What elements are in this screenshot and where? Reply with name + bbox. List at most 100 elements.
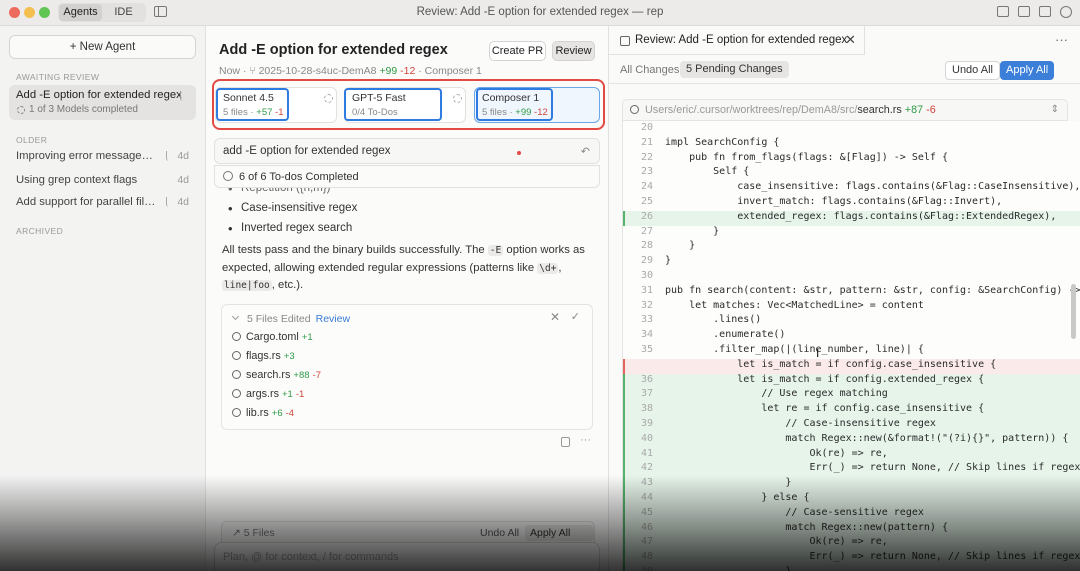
- sidebar-item-older[interactable]: Improving error messages an... 4d: [9, 146, 196, 167]
- reject-all-icon[interactable]: ✕: [550, 310, 560, 324]
- section-archived[interactable]: ARCHIVED: [16, 226, 63, 236]
- files-edited-header: 5 Files Edited Review: [247, 313, 351, 325]
- code-text: .filter_map(|(line_number, line)| {: [665, 344, 924, 355]
- code-text: }: [665, 566, 791, 571]
- code-line: 23 Self {: [623, 166, 1080, 181]
- window-toolbar: [997, 6, 1072, 18]
- review-tab-title: Review: Add -E option for extended regex: [635, 34, 848, 46]
- apply-all-button[interactable]: Apply All: [1000, 61, 1055, 80]
- settings-gear-icon[interactable]: [1060, 6, 1072, 18]
- meta-separator: · ⑂: [242, 65, 259, 77]
- code-text: pub fn search(content: &str, pattern: &s…: [665, 284, 1080, 296]
- pending-files-count[interactable]: ↗ 5 Files: [232, 527, 275, 539]
- accept-all-icon[interactable]: ✓: [571, 310, 580, 323]
- line-number: 20: [640, 122, 653, 133]
- code-line: 30: [623, 270, 1080, 285]
- chat-title: Add -E option for extended regex: [219, 42, 448, 58]
- code-text: match Regex::new(&format!("(?i){}", patt…: [665, 432, 1069, 444]
- code-line: 31 pub fn search(content: &str, pattern: …: [623, 285, 1080, 300]
- chevron-down-icon[interactable]: [231, 312, 240, 321]
- code-text: pub fn from_flags(flags: &[Flag]) -> Sel…: [665, 151, 948, 163]
- code-text: }: [665, 477, 792, 489]
- window-title: Review: Add -E option for extended regex…: [416, 6, 664, 18]
- layout-right-icon[interactable]: [1039, 6, 1051, 17]
- layout-left-icon[interactable]: [997, 6, 1009, 17]
- meta-time: Now: [219, 65, 241, 77]
- diff-line-added: 47 Ok(re) => re,: [623, 536, 1080, 552]
- close-tab-icon[interactable]: ✕: [845, 32, 856, 48]
- chat-meta: Now · ⑂ 2025-10-28-s4uc-DemA8 +99 -12 · …: [219, 65, 482, 77]
- review-tab[interactable]: Review: Add -E option for extended regex…: [609, 26, 865, 55]
- diff-line-added: 37 // Use regex matching: [623, 388, 1080, 404]
- todos-summary[interactable]: 6 of 6 To-dos Completed: [214, 165, 600, 188]
- files-edited-card: 5 Files Edited Review ✕ ✓ Cargo.toml +1 f…: [221, 304, 593, 430]
- line-number: 26: [640, 210, 653, 222]
- line-number: 34: [640, 329, 653, 341]
- copy-icon[interactable]: [561, 437, 570, 447]
- line-number: 30: [640, 270, 653, 281]
- line-number: 31: [640, 284, 653, 296]
- code-text: Ok(re) => re,: [665, 536, 888, 548]
- code-text: impl SearchConfig {: [665, 136, 780, 148]
- section-awaiting-review: AWAITING REVIEW: [16, 72, 100, 82]
- rust-file-icon: [232, 370, 241, 379]
- file-row[interactable]: lib.rs +6 -4: [232, 407, 294, 419]
- all-changes-tab[interactable]: All Changes: [620, 64, 679, 76]
- file-row[interactable]: search.rs +88 -7: [232, 369, 321, 381]
- highlight-box: [344, 88, 442, 121]
- create-pr-button[interactable]: Create PR: [489, 41, 546, 61]
- meta-additions: +99: [379, 65, 398, 77]
- undo-all-button[interactable]: Undo All: [480, 527, 519, 539]
- sidebar-item-active-agent[interactable]: Add -E option for extended regex 1 of 3 …: [9, 85, 196, 120]
- code-text: // Use regex matching: [665, 388, 888, 400]
- more-options-icon[interactable]: ···: [580, 434, 591, 446]
- line-number: 47: [640, 536, 653, 548]
- user-prompt-bubble[interactable]: add -E option for extended regex ↶: [214, 138, 600, 164]
- line-number: 37: [640, 388, 653, 400]
- diff-code-view[interactable]: 20 21 impl SearchConfig {22 pub fn from_fl…: [622, 121, 1080, 571]
- files-review-link[interactable]: Review: [316, 313, 350, 325]
- line-number: 32: [640, 299, 653, 311]
- rust-file-icon: [232, 408, 241, 417]
- sidebar-item-older[interactable]: Using grep context flags 4d: [9, 170, 196, 191]
- code-text: Self {: [665, 166, 750, 178]
- code-line: 33 .lines(): [623, 314, 1080, 329]
- diff-line-added: 48 Err(_) => return None, // Skip lines …: [623, 551, 1080, 566]
- diff-file-header[interactable]: Users/eric/.cursor/worktrees/rep/DemA8/s…: [622, 99, 1068, 121]
- file-row[interactable]: flags.rs +3: [232, 350, 295, 362]
- meta-deletions: -12: [400, 65, 416, 77]
- pending-changes-tab[interactable]: 5 Pending Changes: [680, 61, 789, 78]
- apply-all-button[interactable]: Apply All ⌘⏎: [525, 525, 594, 555]
- code-text: invert_match: flags.contains(&Flag::Inve…: [665, 196, 1003, 207]
- file-row[interactable]: Cargo.toml +1: [232, 331, 313, 343]
- code-line: 24 case_insensitive: flags.contains(&Fla…: [623, 181, 1080, 196]
- layout-bottom-icon[interactable]: [1018, 6, 1030, 17]
- code-text: Err(_) => return None, // Skip lines if …: [665, 462, 1080, 474]
- code-text: }: [665, 240, 696, 252]
- review-panel: Review: Add -E option for extended regex…: [609, 26, 1080, 571]
- branch-icon: [180, 91, 188, 101]
- scrollbar-thumb[interactable]: [1071, 284, 1076, 339]
- new-agent-button[interactable]: + New Agent: [9, 35, 196, 59]
- more-options-icon[interactable]: ···: [1055, 32, 1068, 47]
- section-older: OLDER: [16, 135, 48, 145]
- undo-all-button[interactable]: Undo All: [945, 61, 1000, 80]
- code-text: let is_match = if config.case_insensitiv…: [665, 358, 997, 370]
- agent-chat-panel: Add -E option for extended regex Create …: [206, 26, 609, 571]
- sidebar-item-label: Using grep context flags: [16, 174, 138, 186]
- meta-branch[interactable]: 2025-10-28-s4uc-DemA8: [259, 65, 377, 77]
- review-button[interactable]: Review: [552, 41, 595, 61]
- sidebar-item-label: Improving error messages an...: [16, 150, 158, 162]
- diff-line-added: 44 } else {: [623, 492, 1080, 507]
- review-tab-icon: [620, 36, 630, 46]
- sidebar-item-older[interactable]: Add support for parallel file p... 4d: [9, 192, 196, 213]
- code-line: 27 }: [623, 226, 1080, 241]
- file-row[interactable]: args.rs +1 -1: [232, 388, 304, 400]
- chat-input[interactable]: [223, 551, 583, 563]
- code-line: 35 .filter_map(|(line_number, line)| {: [623, 344, 1080, 359]
- revert-icon[interactable]: ↶: [581, 145, 590, 158]
- code-text: Err(_) => return None, // Skip lines if …: [665, 551, 1080, 563]
- diff-line-added: 26 extended_regex: flags.contains(&Flag:…: [623, 210, 1080, 226]
- expand-toggle-icon[interactable]: ⇕: [1051, 104, 1059, 115]
- line-number: 25: [640, 196, 653, 207]
